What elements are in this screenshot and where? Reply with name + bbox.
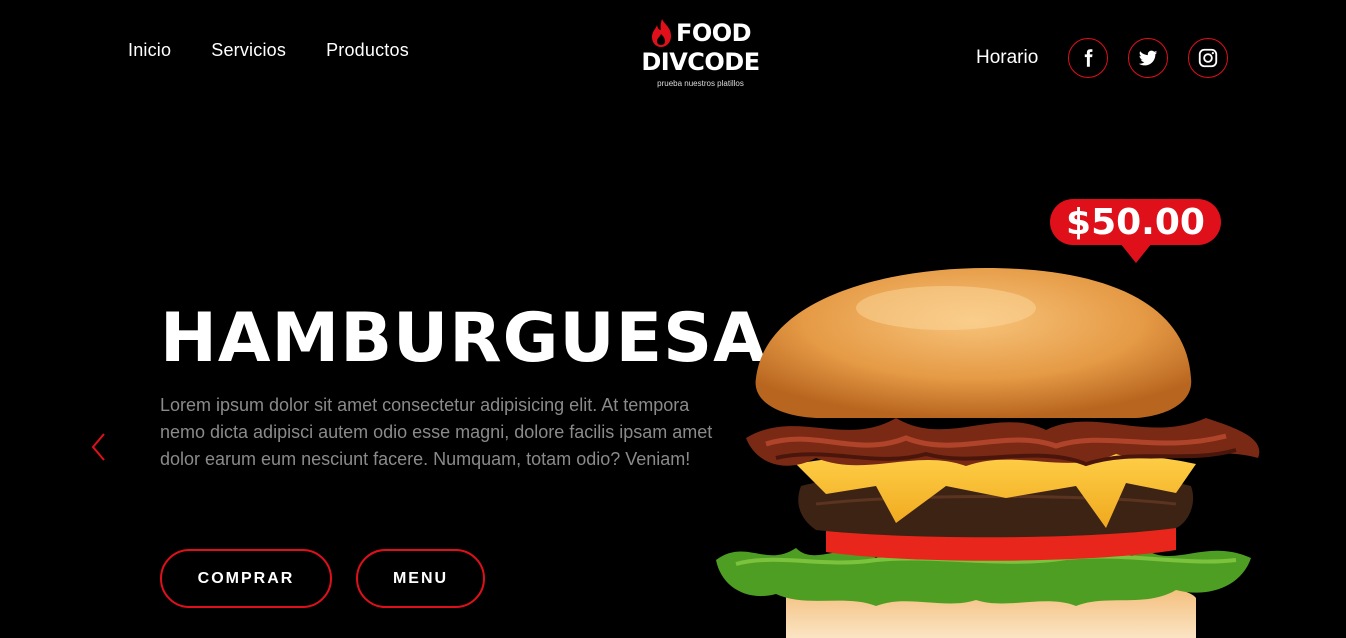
flame-icon [651, 19, 671, 47]
twitter-icon [1139, 50, 1158, 66]
facebook-icon [1085, 49, 1093, 67]
main-nav: Inicio Servicios Productos [128, 40, 409, 61]
nav-link-inicio[interactable]: Inicio [128, 40, 171, 61]
chevron-left-icon[interactable] [88, 432, 110, 462]
nav-link-horario[interactable]: Horario [976, 47, 1038, 69]
menu-button[interactable]: MENU [356, 549, 485, 608]
hero-title: HAMBURGUESA [160, 299, 767, 378]
price-badge: $50.00 [1050, 199, 1221, 263]
logo-word-food: FOOD [675, 19, 752, 47]
header-right: Horario [976, 38, 1229, 78]
instagram-button[interactable] [1188, 38, 1229, 78]
buy-button[interactable]: COMPRAR [160, 549, 332, 608]
nav-link-servicios[interactable]: Servicios [211, 40, 286, 61]
site-logo[interactable]: FOOD DIVCODE prueba nuestros platillos [633, 18, 768, 88]
burger-image [716, 268, 1260, 638]
logo-word-divcode: DIVCODE [641, 48, 760, 76]
logo-row: FOOD [633, 18, 768, 48]
hero-description: Lorem ipsum dolor sit amet consectetur a… [160, 395, 713, 469]
instagram-icon [1199, 48, 1218, 68]
logo-tagline: prueba nuestros platillos [657, 79, 744, 88]
facebook-button[interactable] [1068, 38, 1109, 78]
nav-link-productos[interactable]: Productos [326, 40, 409, 61]
twitter-button[interactable] [1128, 38, 1169, 78]
